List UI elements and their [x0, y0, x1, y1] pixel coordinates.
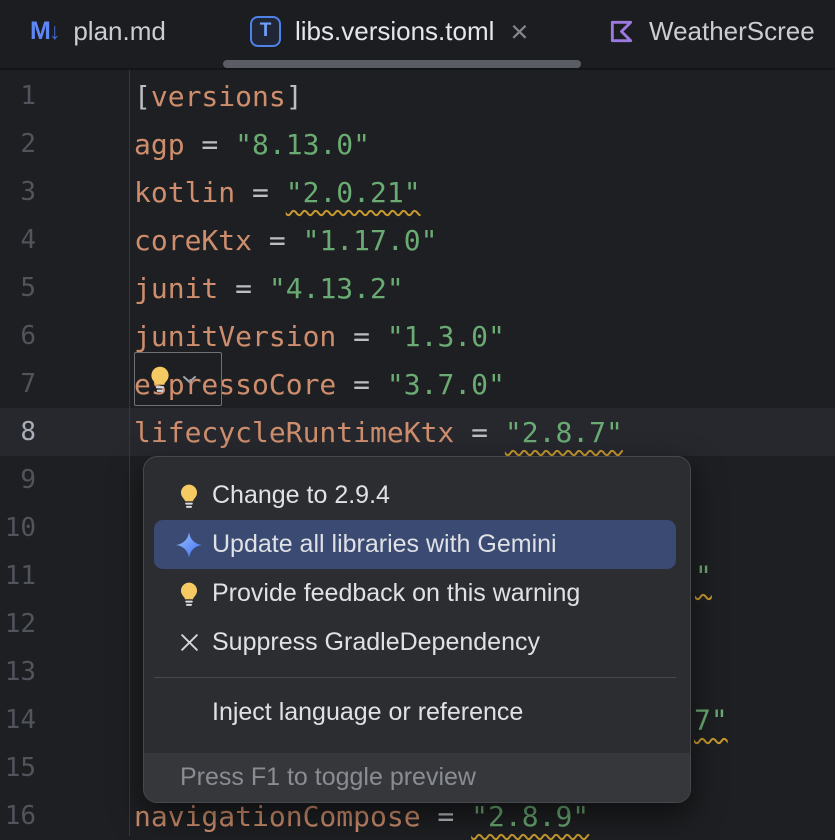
- line-number: 5: [0, 273, 36, 303]
- close-tab-icon[interactable]: ×: [510, 16, 528, 47]
- warning-underlined-value: "2.8.7": [505, 416, 623, 449]
- line-number: 7: [0, 369, 36, 399]
- editor-line-1[interactable]: 1[versions]: [0, 72, 835, 120]
- tab-plan-md[interactable]: M↓ plan.md: [0, 0, 223, 62]
- menu-item-provide-feedback[interactable]: Provide feedback on this warning: [154, 569, 676, 618]
- popup-footer-hint: Press F1 to toggle preview: [144, 753, 690, 802]
- active-tab-underline: [223, 60, 581, 68]
- editor-line-7[interactable]: 7espressoCore = "3.7.0": [0, 360, 835, 408]
- kotlin-file-icon: [608, 18, 635, 45]
- editor-tab-bar: M↓ plan.md T libs.versions.toml × Weathe…: [0, 0, 835, 70]
- tab-label: plan.md: [73, 16, 166, 47]
- lightbulb-icon: [174, 581, 204, 607]
- chevron-down-icon: [182, 375, 197, 384]
- tab-label: WeatherScree: [649, 16, 815, 47]
- gutter-separator: [129, 70, 130, 836]
- tab-label: libs.versions.toml: [295, 16, 494, 47]
- line-number: 3: [0, 177, 36, 207]
- editor-line-2[interactable]: 2agp = "8.13.0": [0, 120, 835, 168]
- footer-hint-text: Press F1 to toggle preview: [180, 763, 476, 792]
- line-number: 1: [0, 81, 36, 111]
- markdown-file-icon: M↓: [30, 17, 60, 46]
- menu-item-change-to[interactable]: Change to 2.9.4: [154, 471, 676, 520]
- line-number: 6: [0, 321, 36, 351]
- editor-line-5[interactable]: 5junit = "4.13.2": [0, 264, 835, 312]
- line-number: 16: [0, 801, 36, 831]
- partially-hidden-value: 7": [694, 704, 728, 737]
- line-number: 10: [0, 513, 36, 543]
- warning-underlined-value: "2.8.9": [471, 800, 589, 833]
- menu-item-suppress[interactable]: Suppress GradleDependency: [154, 618, 676, 667]
- lightbulb-icon: [146, 365, 174, 393]
- intention-actions-popup: Change to 2.9.4 Update all libraries wit…: [143, 456, 691, 803]
- tab-weatherscreen[interactable]: WeatherScree: [581, 0, 835, 62]
- editor-line-8-current[interactable]: 8lifecycleRuntimeKtx = "2.8.7": [0, 408, 835, 456]
- line-number: 14: [0, 705, 36, 735]
- tab-libs-versions-toml[interactable]: T libs.versions.toml ×: [223, 0, 581, 62]
- line-number: 15: [0, 753, 36, 783]
- lightbulb-icon: [174, 483, 204, 509]
- line-number: 2: [0, 129, 36, 159]
- close-x-icon: [174, 632, 204, 653]
- menu-item-update-all-gemini[interactable]: Update all libraries with Gemini: [154, 520, 676, 569]
- line-number: 9: [0, 465, 36, 495]
- warning-underlined-value: "2.0.21": [286, 176, 421, 209]
- editor-line-6[interactable]: 6junitVersion = "1.3.0": [0, 312, 835, 360]
- editor-line-4[interactable]: 4coreKtx = "1.17.0": [0, 216, 835, 264]
- gemini-sparkle-icon: [174, 529, 204, 561]
- line-number: 8: [0, 417, 36, 447]
- editor-line-3[interactable]: 3kotlin = "2.0.21": [0, 168, 835, 216]
- menu-item-inject-language[interactable]: Inject language or reference: [154, 688, 676, 737]
- menu-separator: [154, 677, 676, 678]
- intention-bulb-button[interactable]: [134, 352, 222, 406]
- line-number: 4: [0, 225, 36, 255]
- partially-hidden-value: ": [695, 560, 712, 593]
- line-number: 12: [0, 609, 36, 639]
- toml-file-icon: T: [250, 16, 281, 47]
- line-number: 11: [0, 561, 36, 591]
- line-number: 13: [0, 657, 36, 687]
